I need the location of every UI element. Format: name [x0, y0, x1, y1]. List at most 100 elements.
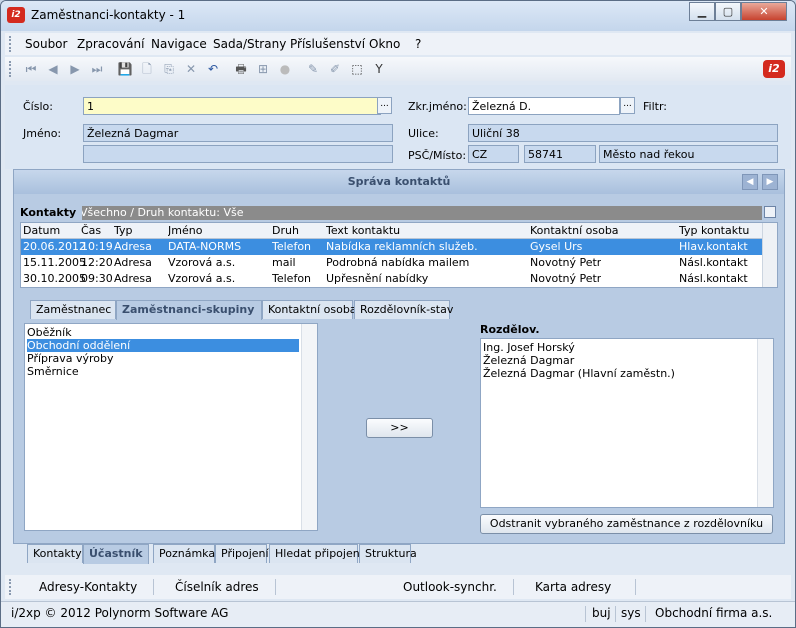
- inner-tabs: Zaměstnanec Zaměstnanci-skupiny Kontaktn…: [30, 300, 453, 320]
- col-druh[interactable]: Druh: [272, 224, 299, 237]
- separator: [513, 579, 514, 595]
- cell: 20.06.2012: [23, 240, 86, 253]
- ciselnik-adres-button[interactable]: Číselník adres: [175, 580, 259, 594]
- bottom-bar: Adresy-Kontakty Číselník adres Outlook-s…: [5, 575, 791, 599]
- cislo-field[interactable]: 1: [83, 97, 381, 115]
- delete-icon[interactable]: ✕: [183, 61, 199, 77]
- cell: 15.11.2005: [23, 256, 86, 269]
- menu-okno[interactable]: Okno: [369, 37, 400, 51]
- panel-next-button[interactable]: ▶: [762, 174, 778, 190]
- jmeno2-field[interactable]: [83, 145, 393, 163]
- maximize-button[interactable]: ▢: [715, 2, 741, 21]
- next-icon[interactable]: ▶: [67, 61, 83, 77]
- print-icon[interactable]: 🖶: [233, 61, 249, 77]
- pen-icon[interactable]: ✐: [327, 61, 343, 77]
- filter-icon[interactable]: Y: [371, 61, 387, 77]
- cell: Telefon: [272, 240, 312, 253]
- karta-adresy-button[interactable]: Karta adresy: [535, 580, 611, 594]
- new-icon[interactable]: 🗋: [139, 61, 155, 77]
- edit-icon[interactable]: ✎: [305, 61, 321, 77]
- panel-prev-button[interactable]: ◀: [742, 174, 758, 190]
- psc-label: PSČ/Místo:: [408, 149, 467, 162]
- table-row[interactable]: 15.11.2005 12:20 Adresa Vzorová a.s. mai…: [21, 255, 763, 271]
- export-icon[interactable]: ⬚: [349, 61, 365, 77]
- grid-settings-icon[interactable]: [764, 206, 776, 218]
- cell: Gysel Urs: [530, 240, 583, 253]
- list-item[interactable]: Ing. Josef Horský: [483, 341, 575, 354]
- tab-kontakty[interactable]: Kontakty: [27, 544, 83, 563]
- list-item[interactable]: Železná Dagmar (Hlavní zaměstn.): [483, 367, 675, 380]
- cell: mail: [272, 256, 296, 269]
- list-item[interactable]: Směrnice: [27, 365, 79, 378]
- rozdelov-scrollbar[interactable]: [757, 339, 773, 507]
- tab-hledat-pripojeni[interactable]: Hledat připojení: [269, 544, 363, 563]
- table-row[interactable]: 30.10.2005 09:30 Adresa Vzorová a.s. Tel…: [21, 271, 763, 287]
- menu-zpracovani[interactable]: Zpracování: [77, 37, 144, 51]
- separator: [645, 606, 646, 622]
- col-osoba[interactable]: Kontaktní osoba: [530, 224, 619, 237]
- adresy-kontakty-button[interactable]: Adresy-Kontakty: [39, 580, 137, 594]
- move-button[interactable]: >>: [366, 418, 433, 438]
- cell: Adresa: [114, 272, 152, 285]
- list-item[interactable]: Oběžník: [27, 326, 72, 339]
- groups-scrollbar[interactable]: [301, 324, 317, 530]
- list-item[interactable]: Železná Dagmar: [483, 354, 574, 367]
- kontakty-filter: Všechno / Druh kontaktu: Vše: [80, 206, 244, 219]
- grip-icon: [9, 61, 11, 77]
- col-cas[interactable]: Čas: [81, 224, 101, 237]
- tab-zamestnanec[interactable]: Zaměstnanec: [30, 300, 116, 319]
- tab-zamestnanci-skupiny[interactable]: Zaměstnanci-skupiny: [116, 300, 262, 320]
- cell: Hlav.kontakt: [679, 240, 748, 253]
- stop-icon[interactable]: ●: [277, 61, 293, 77]
- last-icon[interactable]: ⏭: [89, 61, 105, 77]
- zkr-field[interactable]: Železná D.: [468, 97, 620, 115]
- app-icon: i2: [7, 7, 25, 23]
- first-icon[interactable]: ⏮: [23, 61, 39, 77]
- save-icon[interactable]: 💾: [117, 61, 133, 77]
- col-typ[interactable]: Typ: [114, 224, 133, 237]
- tree-icon[interactable]: ⊞: [255, 61, 271, 77]
- prev-icon[interactable]: ◀: [45, 61, 61, 77]
- menu-navigace[interactable]: Navigace: [151, 37, 207, 51]
- separator: [585, 606, 586, 622]
- tab-rozdelovnik-stav[interactable]: Rozdělovník-stav: [354, 300, 453, 319]
- close-button[interactable]: ✕: [741, 2, 787, 21]
- rozdelov-list: Ing. Josef Horský Železná Dagmar Železná…: [480, 338, 774, 508]
- menu-sada-strany[interactable]: Sada/Strany: [213, 37, 286, 51]
- list-item[interactable]: Příprava výroby: [27, 352, 114, 365]
- menu-help[interactable]: ?: [415, 37, 421, 51]
- menu-soubor[interactable]: Soubor: [25, 37, 67, 51]
- copy-icon[interactable]: ⎘: [161, 61, 177, 77]
- cell: 09:30: [81, 272, 113, 285]
- title-bar: i2 Zaměstnanci-kontakty - 1 ▁ ▢ ✕: [1, 1, 795, 31]
- menu-prislusenstvi[interactable]: Příslušenství: [290, 37, 365, 51]
- grip-icon: [9, 36, 11, 52]
- col-typ-kontaktu[interactable]: Typ kontaktu: [679, 224, 749, 237]
- separator: [635, 579, 636, 595]
- country-field[interactable]: CZ: [468, 145, 519, 163]
- misto-field[interactable]: Město nad řekou: [599, 145, 778, 163]
- list-item[interactable]: Obchodní oddělení: [27, 339, 299, 352]
- tab-struktura[interactable]: Struktura: [359, 544, 417, 563]
- table-row[interactable]: 20.06.2012 10:19 Adresa DATA-NORMS Telef…: [21, 239, 763, 255]
- minimize-button[interactable]: ▁: [689, 2, 715, 21]
- tab-kontaktni-osoba[interactable]: Kontaktní osoba: [262, 300, 357, 319]
- cislo-lookup-button[interactable]: ...: [377, 97, 392, 114]
- col-jmeno[interactable]: Jméno: [168, 224, 202, 237]
- tab-pripojeni[interactable]: Připojení: [215, 544, 269, 563]
- status-bar: i/2xp © 2012 Polynorm Software AG buj sy…: [1, 601, 795, 627]
- zkr-lookup-button[interactable]: ...: [620, 97, 635, 114]
- tab-ucastnik[interactable]: Účastník: [83, 544, 149, 564]
- tab-poznamka[interactable]: Poznámka: [153, 544, 215, 563]
- undo-icon[interactable]: ↶: [205, 61, 221, 77]
- remove-from-rozdelovnik-button[interactable]: Odstranit vybraného zaměstnance z rozděl…: [480, 514, 773, 534]
- psc-field[interactable]: 58741: [524, 145, 596, 163]
- ulice-field[interactable]: Uliční 38: [468, 124, 778, 142]
- jmeno-label: Jméno:: [23, 127, 62, 140]
- grid-scrollbar[interactable]: [762, 223, 777, 287]
- window-title: Zaměstnanci-kontakty - 1: [31, 8, 186, 22]
- outlook-synchr-button[interactable]: Outlook-synchr.: [403, 580, 497, 594]
- jmeno-field[interactable]: Železná Dagmar: [83, 124, 393, 142]
- col-text[interactable]: Text kontaktu: [326, 224, 400, 237]
- col-datum[interactable]: Datum: [23, 224, 60, 237]
